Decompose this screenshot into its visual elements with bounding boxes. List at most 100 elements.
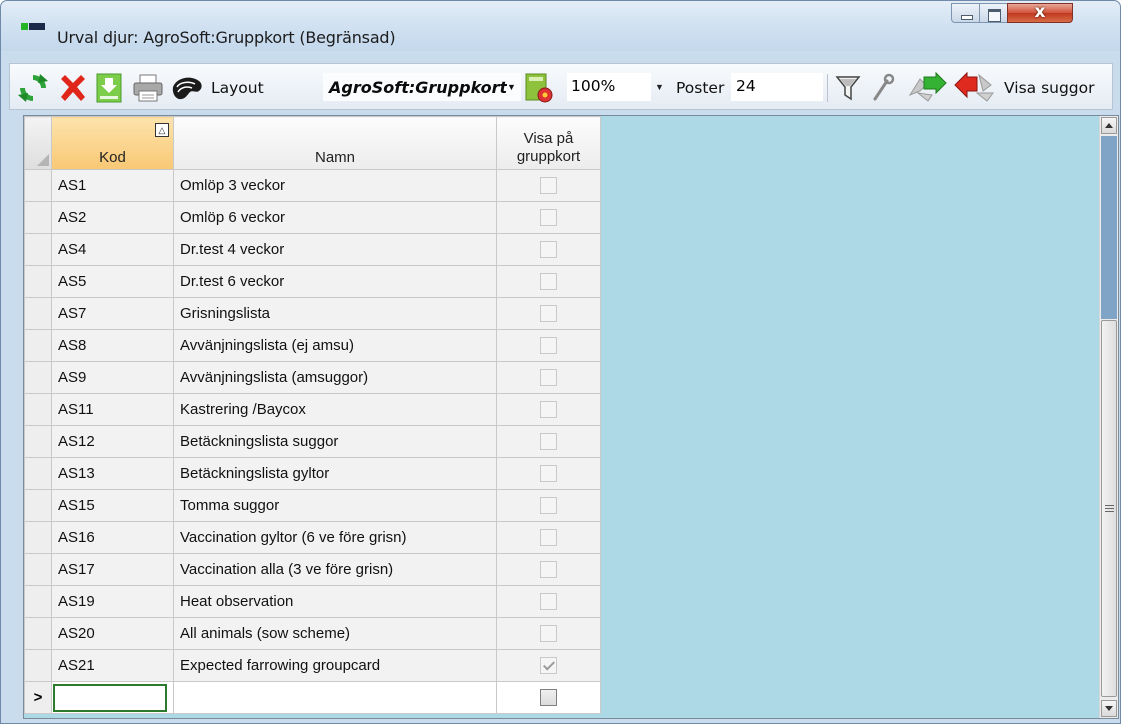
cell-visa[interactable] bbox=[496, 201, 601, 234]
visa-checkbox[interactable] bbox=[540, 241, 557, 259]
minimize-button[interactable] bbox=[951, 3, 979, 23]
cell-namn[interactable]: Grisningslista bbox=[173, 297, 497, 330]
cell-kod[interactable]: AS2 bbox=[51, 201, 174, 234]
row-header[interactable] bbox=[24, 393, 52, 426]
table-row[interactable]: AS17 Vaccination alla (3 ve före grisn) bbox=[24, 553, 601, 586]
table-row[interactable]: AS15 Tomma suggor bbox=[24, 489, 601, 522]
print-button[interactable] bbox=[131, 64, 165, 111]
table-row[interactable]: AS13 Betäckningslista gyltor bbox=[24, 457, 601, 490]
zoom-input[interactable]: 100% bbox=[567, 73, 651, 101]
refresh-button[interactable] bbox=[16, 64, 50, 111]
delete-button[interactable] bbox=[56, 64, 90, 111]
cell-namn[interactable]: Kastrering /Baycox bbox=[173, 393, 497, 426]
cell-namn[interactable]: Vaccination alla (3 ve före grisn) bbox=[173, 553, 497, 586]
layout-select[interactable]: AgroSoft:Gruppkort ▼ bbox=[323, 73, 521, 101]
row-header[interactable] bbox=[24, 361, 52, 394]
scroll-up-button[interactable] bbox=[1101, 117, 1117, 134]
poster-count-field[interactable]: 24 bbox=[731, 73, 823, 101]
row-header[interactable] bbox=[24, 265, 52, 298]
row-header[interactable] bbox=[24, 169, 52, 202]
cell-kod[interactable]: AS9 bbox=[51, 361, 174, 394]
row-header[interactable] bbox=[24, 457, 52, 490]
visa-checkbox[interactable] bbox=[540, 465, 557, 483]
cell-visa[interactable] bbox=[496, 489, 601, 522]
red-arrows-button[interactable] bbox=[953, 64, 997, 111]
visa-checkbox[interactable] bbox=[540, 273, 557, 291]
cell-kod[interactable]: AS11 bbox=[51, 393, 174, 426]
cell-visa[interactable] bbox=[496, 297, 601, 330]
table-row[interactable]: AS5 Dr.test 6 veckor bbox=[24, 265, 601, 298]
cell-namn[interactable]: Betäckningslista gyltor bbox=[173, 457, 497, 490]
visa-checkbox[interactable] bbox=[540, 401, 557, 419]
table-row[interactable]: AS11 Kastrering /Baycox bbox=[24, 393, 601, 426]
table-row[interactable]: AS19 Heat observation bbox=[24, 585, 601, 618]
row-header[interactable] bbox=[24, 329, 52, 362]
cell-visa[interactable] bbox=[496, 361, 601, 394]
new-row[interactable]: > bbox=[24, 681, 601, 714]
cell-namn[interactable]: Avvänjningslista (amsuggor) bbox=[173, 361, 497, 394]
table-row[interactable]: AS1 Omlöp 3 veckor bbox=[24, 169, 601, 202]
cell-namn[interactable]: Omlöp 3 veckor bbox=[173, 169, 497, 202]
cell-visa[interactable] bbox=[496, 521, 601, 554]
visa-checkbox[interactable] bbox=[540, 593, 557, 611]
cell-namn[interactable]: Betäckningslista suggor bbox=[173, 425, 497, 458]
table-row[interactable]: AS9 Avvänjningslista (amsuggor) bbox=[24, 361, 601, 394]
new-row-visa-cell[interactable] bbox=[496, 681, 601, 714]
column-header-kod[interactable]: Kod △ bbox=[51, 116, 174, 170]
new-row-kod-input[interactable] bbox=[53, 683, 167, 712]
row-header[interactable] bbox=[24, 233, 52, 266]
row-header[interactable] bbox=[24, 521, 52, 554]
row-header[interactable] bbox=[24, 649, 52, 682]
cell-namn[interactable]: Omlöp 6 veckor bbox=[173, 201, 497, 234]
cell-namn[interactable]: Dr.test 4 veckor bbox=[173, 233, 497, 266]
cell-kod[interactable]: AS19 bbox=[51, 585, 174, 618]
cell-visa[interactable] bbox=[496, 393, 601, 426]
table-row[interactable]: AS12 Betäckningslista suggor bbox=[24, 425, 601, 458]
cell-namn[interactable]: Dr.test 6 veckor bbox=[173, 265, 497, 298]
cell-visa[interactable] bbox=[496, 617, 601, 650]
visa-checkbox[interactable] bbox=[540, 209, 557, 227]
table-row[interactable]: AS2 Omlöp 6 veckor bbox=[24, 201, 601, 234]
row-header[interactable] bbox=[24, 297, 52, 330]
cell-kod[interactable]: AS1 bbox=[51, 169, 174, 202]
cell-kod[interactable]: AS16 bbox=[51, 521, 174, 554]
scroll-down-button[interactable] bbox=[1101, 700, 1117, 717]
maximize-button[interactable] bbox=[979, 3, 1007, 23]
visa-checkbox[interactable] bbox=[540, 177, 557, 195]
cell-visa[interactable] bbox=[496, 169, 601, 202]
cell-namn[interactable]: All animals (sow scheme) bbox=[173, 617, 497, 650]
visa-checkbox[interactable] bbox=[540, 497, 557, 515]
row-header[interactable] bbox=[24, 585, 52, 618]
cell-kod[interactable]: AS8 bbox=[51, 329, 174, 362]
save-button[interactable] bbox=[94, 64, 124, 111]
table-row[interactable]: AS7 Grisningslista bbox=[24, 297, 601, 330]
column-header-visa[interactable]: Visa på gruppkort bbox=[496, 116, 601, 170]
cell-visa[interactable] bbox=[496, 233, 601, 266]
visa-checkbox[interactable] bbox=[540, 369, 557, 387]
table-row[interactable]: AS16 Vaccination gyltor (6 ve före grisn) bbox=[24, 521, 601, 554]
new-row-kod-cell[interactable] bbox=[51, 681, 174, 714]
cell-namn[interactable]: Avvänjningslista (ej amsu) bbox=[173, 329, 497, 362]
cell-visa[interactable] bbox=[496, 265, 601, 298]
row-header[interactable] bbox=[24, 553, 52, 586]
cell-kod[interactable]: AS15 bbox=[51, 489, 174, 522]
scroll-track[interactable] bbox=[1101, 136, 1117, 319]
row-header[interactable] bbox=[24, 425, 52, 458]
visa-checkbox[interactable] bbox=[540, 305, 557, 323]
cell-kod[interactable]: AS21 bbox=[51, 649, 174, 682]
cell-namn[interactable]: Vaccination gyltor (6 ve före grisn) bbox=[173, 521, 497, 554]
table-row[interactable]: AS21 Expected farrowing groupcard bbox=[24, 649, 601, 682]
tools-button[interactable] bbox=[870, 64, 896, 111]
table-row[interactable]: AS8 Avvänjningslista (ej amsu) bbox=[24, 329, 601, 362]
title-bar[interactable]: Urval djur: AgroSoft:Gruppkort (Begränsa… bbox=[1, 1, 1120, 51]
cell-kod[interactable]: AS5 bbox=[51, 265, 174, 298]
zoom-dropdown-icon[interactable]: ▼ bbox=[655, 82, 664, 92]
vertical-scrollbar[interactable] bbox=[1099, 116, 1118, 718]
visa-checkbox[interactable] bbox=[540, 433, 557, 451]
select-all-corner[interactable] bbox=[24, 116, 52, 170]
new-row-namn-cell[interactable] bbox=[173, 681, 497, 714]
visa-checkbox[interactable] bbox=[540, 657, 557, 675]
visa-checkbox[interactable] bbox=[540, 529, 557, 547]
layout-settings-button[interactable] bbox=[523, 64, 555, 111]
cell-namn[interactable]: Tomma suggor bbox=[173, 489, 497, 522]
